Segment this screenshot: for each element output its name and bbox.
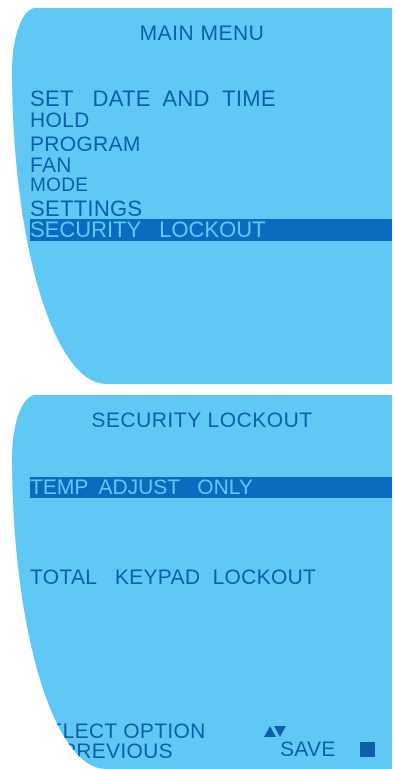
menu-item-program[interactable]: PROGRAM — [30, 134, 141, 155]
select-option-label: SELECT OPTION — [34, 720, 206, 743]
left-arrow-stem — [41, 749, 45, 753]
security-lockout-screen: SECURITY LOCKOUT TEMP ADJUST ONLY TOTAL … — [12, 395, 392, 769]
main-menu-screen: MAIN MENU SET DATE AND TIME HOLD PROGRAM… — [12, 8, 392, 384]
save-button[interactable]: SAVE — [280, 739, 386, 763]
up-down-arrows-icon[interactable] — [264, 726, 286, 738]
main-menu-title: MAIN MENU — [139, 22, 265, 45]
menu-item-security-lockout[interactable]: SECURITY LOCKOUT — [30, 219, 392, 241]
menu-item-fan[interactable]: FAN — [30, 155, 72, 176]
save-label: SAVE — [280, 738, 336, 761]
menu-item-set-date-and-time[interactable]: SET DATE AND TIME — [30, 88, 276, 110]
previous-label: PREVIOUS — [62, 740, 173, 763]
menu-item-mode[interactable]: MODE — [30, 176, 88, 195]
option-temp-adjust-only[interactable]: TEMP ADJUST ONLY — [30, 477, 392, 498]
security-lockout-title: SECURITY LOCKOUT — [91, 409, 313, 432]
previous-button[interactable]: PREVIOUS — [32, 741, 202, 765]
menu-item-hold[interactable]: HOLD — [30, 110, 90, 131]
square-icon — [360, 742, 375, 757]
down-arrow-icon — [274, 726, 286, 737]
option-total-keypad-lockout[interactable]: TOTAL KEYPAD LOCKOUT — [30, 567, 316, 588]
